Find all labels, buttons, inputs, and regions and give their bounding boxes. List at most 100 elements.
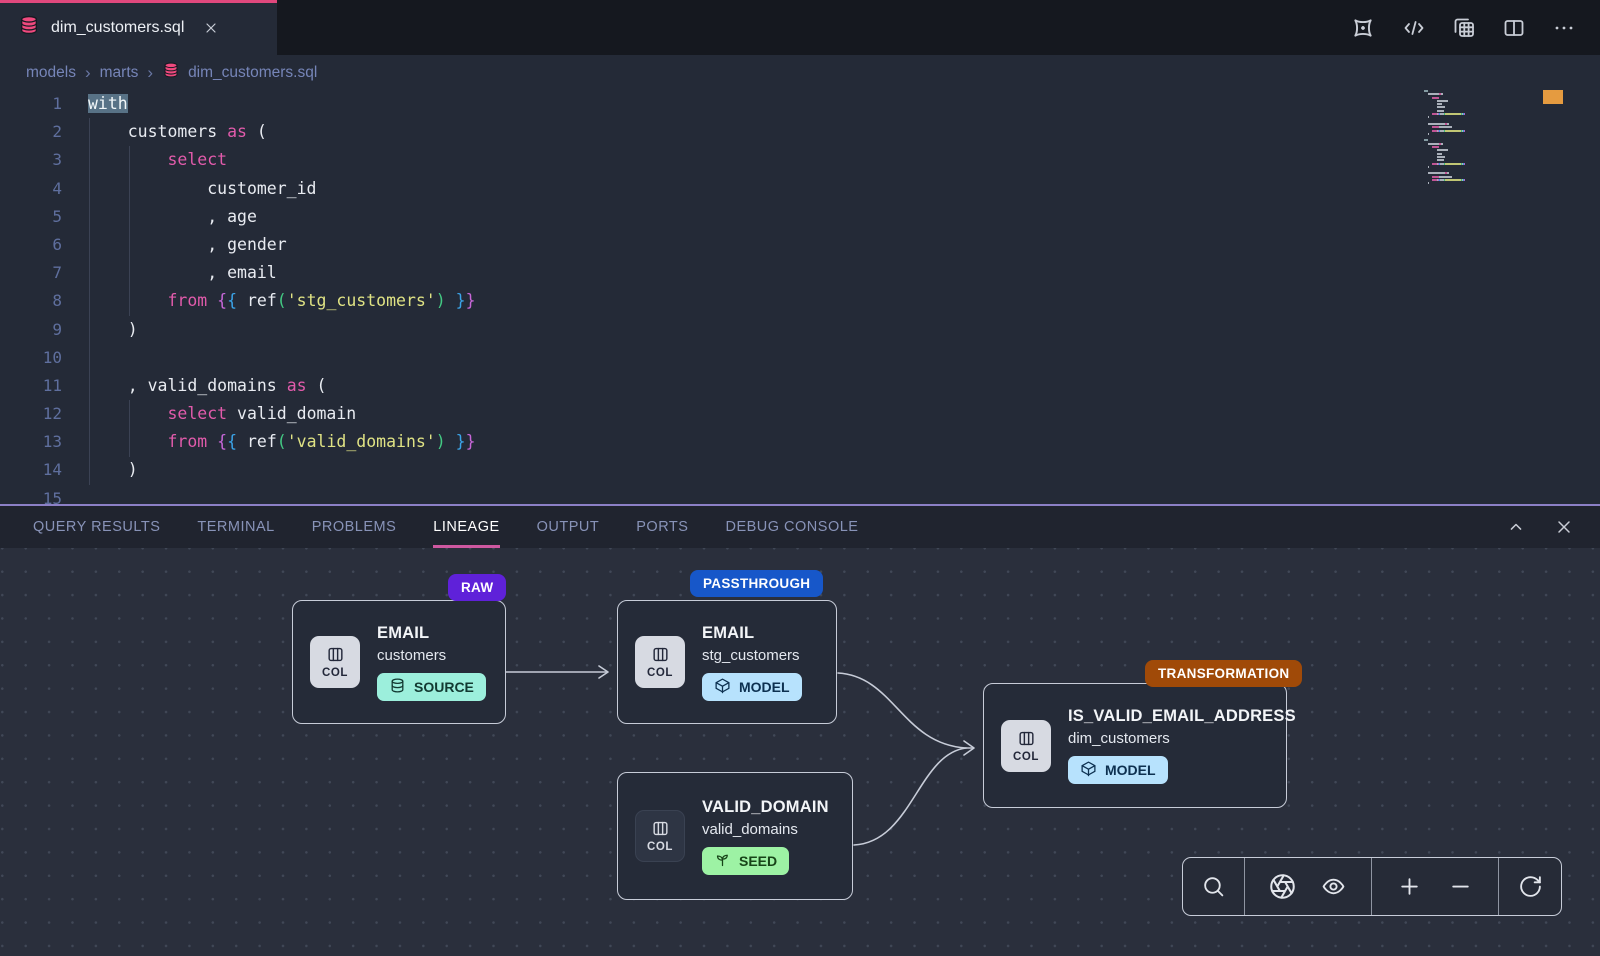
column-type-box: COL bbox=[1001, 720, 1051, 772]
column-type-box: COL bbox=[635, 810, 685, 862]
panel-tab-query-results[interactable]: QUERY RESULTS bbox=[33, 506, 160, 548]
collapse-panel-icon[interactable] bbox=[1506, 517, 1526, 537]
code-text: with bbox=[88, 90, 128, 118]
line-number: 14 bbox=[0, 456, 62, 484]
lineage-canvas[interactable]: COLEMAILcustomersSOURCERAWCOLEMAILstg_cu… bbox=[0, 548, 1600, 956]
code-line[interactable]: 8 from {{ ref('stg_customers') }} bbox=[0, 287, 1600, 315]
breadcrumb-segment-marts[interactable]: marts bbox=[100, 64, 139, 82]
code-line[interactable]: 10 bbox=[0, 344, 1600, 372]
node-type-badge: MODEL bbox=[1068, 756, 1168, 784]
node-type-label: SEED bbox=[739, 853, 777, 869]
indent-guide bbox=[129, 146, 130, 315]
code-line[interactable]: 6 , gender bbox=[0, 231, 1600, 259]
panel-tab-lineage[interactable]: LINEAGE bbox=[433, 506, 499, 548]
lineage-node-dim_customers[interactable]: COLIS_VALID_EMAIL_ADDRESSdim_customersMO… bbox=[983, 683, 1287, 808]
col-label: COL bbox=[1013, 751, 1039, 763]
breadcrumb-file[interactable]: dim_customers.sql bbox=[162, 61, 317, 84]
code-text: , age bbox=[88, 203, 257, 231]
panel-tabs: QUERY RESULTS TERMINAL PROBLEMS LINEAGE OUTP… bbox=[33, 506, 858, 548]
node-model-name: customers bbox=[377, 647, 446, 664]
panel-tab-terminal[interactable]: TERMINAL bbox=[197, 506, 274, 548]
code-line[interactable]: 15 bbox=[0, 485, 1600, 504]
database-icon bbox=[162, 61, 180, 84]
cube-icon bbox=[1080, 760, 1097, 780]
col-label: COL bbox=[647, 667, 673, 679]
code-text: select bbox=[88, 146, 227, 174]
node-column-name: EMAIL bbox=[377, 624, 429, 643]
panel-tab-problems[interactable]: PROBLEMS bbox=[312, 506, 397, 548]
close-icon[interactable] bbox=[203, 20, 219, 36]
lineage-node-valid_domains[interactable]: COLVALID_DOMAINvalid_domainsSEED bbox=[617, 772, 853, 900]
node-tag-transformation: TRANSFORMATION bbox=[1145, 660, 1302, 687]
columns-icon bbox=[651, 645, 670, 667]
code-line[interactable]: 4 customer_id bbox=[0, 175, 1600, 203]
line-number: 11 bbox=[0, 372, 62, 400]
code-text: from {{ ref('valid_domains') }} bbox=[88, 428, 476, 456]
code-text: customers as ( bbox=[88, 118, 267, 146]
line-number: 12 bbox=[0, 400, 62, 428]
indent-guide bbox=[89, 118, 90, 485]
node-type-label: MODEL bbox=[1105, 762, 1156, 778]
aperture-icon[interactable] bbox=[1269, 873, 1296, 900]
zoom-out-icon[interactable] bbox=[1448, 874, 1473, 899]
database-icon bbox=[18, 14, 40, 41]
dbt-power-user-icon[interactable] bbox=[1350, 15, 1376, 41]
editor-action-icons bbox=[1350, 0, 1600, 55]
lineage-node-stg_customers[interactable]: COLEMAILstg_customersMODEL bbox=[617, 600, 837, 724]
code-text: from {{ ref('stg_customers') }} bbox=[88, 287, 476, 315]
panel-tab-output[interactable]: OUTPUT bbox=[537, 506, 600, 548]
node-tag-passthrough: PASSTHROUGH bbox=[690, 570, 823, 597]
lineage-node-customers[interactable]: COLEMAILcustomersSOURCE bbox=[292, 600, 506, 724]
code-line[interactable]: 9 ) bbox=[0, 316, 1600, 344]
line-number: 9 bbox=[0, 316, 62, 344]
breadcrumb-separator: › bbox=[147, 63, 153, 83]
node-column-name: VALID_DOMAIN bbox=[702, 798, 829, 817]
column-type-box: COL bbox=[310, 636, 360, 688]
line-number: 1 bbox=[0, 90, 62, 118]
line-number: 8 bbox=[0, 287, 62, 315]
refresh-icon[interactable] bbox=[1518, 874, 1543, 899]
line-number: 3 bbox=[0, 146, 62, 174]
code-line[interactable]: 2 customers as ( bbox=[0, 118, 1600, 146]
panel-action-icons bbox=[1506, 506, 1600, 548]
tab-dim-customers-sql[interactable]: dim_customers.sql bbox=[0, 0, 277, 55]
tab-bar: dim_customers.sql bbox=[0, 0, 1600, 55]
bottom-panel-header: QUERY RESULTS TERMINAL PROBLEMS LINEAGE OUTP… bbox=[0, 504, 1600, 548]
close-panel-icon[interactable] bbox=[1554, 517, 1574, 537]
node-model-name: stg_customers bbox=[702, 647, 800, 664]
minimap[interactable] bbox=[1424, 90, 1534, 189]
code-line[interactable]: 11 , valid_domains as ( bbox=[0, 372, 1600, 400]
code-line[interactable]: 1 with bbox=[0, 90, 1600, 118]
node-tag-raw: RAW bbox=[448, 574, 506, 601]
code-text: , email bbox=[88, 259, 277, 287]
code-text: ) bbox=[88, 316, 138, 344]
code-editor[interactable]: 1with2 customers as (3 select4 customer_… bbox=[0, 90, 1600, 504]
tab-title: dim_customers.sql bbox=[51, 19, 184, 37]
zoom-in-icon[interactable] bbox=[1397, 874, 1422, 899]
line-number: 4 bbox=[0, 175, 62, 203]
search-icon[interactable] bbox=[1201, 874, 1226, 899]
code-icon[interactable] bbox=[1402, 16, 1426, 40]
code-line[interactable]: 14 ) bbox=[0, 456, 1600, 484]
panel-tab-debug-console[interactable]: DEBUG CONSOLE bbox=[725, 506, 858, 548]
breadcrumb-segment-models[interactable]: models bbox=[26, 64, 76, 82]
query-results-icon[interactable] bbox=[1452, 16, 1476, 40]
lineage-toolbar bbox=[1182, 857, 1562, 916]
indent-guide bbox=[129, 400, 130, 456]
more-actions-icon[interactable] bbox=[1552, 16, 1576, 40]
code-text: customer_id bbox=[88, 175, 316, 203]
code-line[interactable]: 7 , email bbox=[0, 259, 1600, 287]
code-line[interactable]: 5 , age bbox=[0, 203, 1600, 231]
eye-icon[interactable] bbox=[1321, 874, 1346, 899]
code-lines: 1with2 customers as (3 select4 customer_… bbox=[0, 90, 1600, 504]
node-column-name: EMAIL bbox=[702, 624, 754, 643]
code-text: , gender bbox=[88, 231, 287, 259]
code-line[interactable]: 13 from {{ ref('valid_domains') }} bbox=[0, 428, 1600, 456]
line-number: 15 bbox=[0, 485, 62, 504]
code-line[interactable]: 3 select bbox=[0, 146, 1600, 174]
column-type-box: COL bbox=[635, 636, 685, 688]
panel-tab-ports[interactable]: PORTS bbox=[636, 506, 688, 548]
code-line[interactable]: 12 select valid_domain bbox=[0, 400, 1600, 428]
split-editor-icon[interactable] bbox=[1502, 16, 1526, 40]
col-label: COL bbox=[322, 667, 348, 679]
